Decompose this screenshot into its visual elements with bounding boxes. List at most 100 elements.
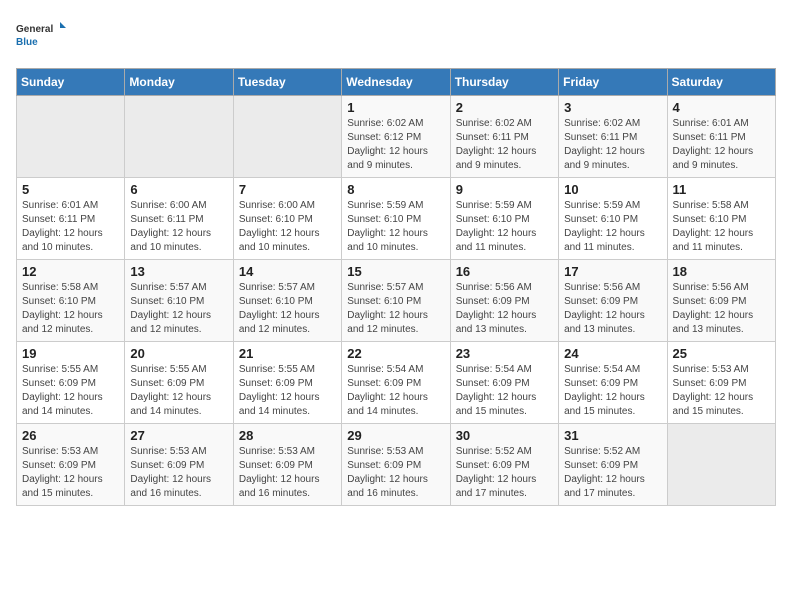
calendar-cell	[125, 96, 233, 178]
calendar-cell: 27 Sunrise: 5:53 AM Sunset: 6:09 PM Dayli…	[125, 424, 233, 506]
day-info: Sunrise: 6:00 AM Sunset: 6:10 PM Dayligh…	[239, 199, 336, 255]
day-number: 15	[347, 264, 444, 279]
day-info: Sunrise: 5:53 AM Sunset: 6:09 PM Dayligh…	[130, 445, 227, 501]
weekday-header-saturday: Saturday	[667, 69, 775, 96]
calendar-cell: 23Sunrise: 5:54 AM Sunset: 6:09 PM Dayli…	[450, 342, 558, 424]
day-info: Sunrise: 6:02 AM Sunset: 6:12 PM Dayligh…	[347, 117, 444, 173]
day-number: 26	[22, 428, 119, 443]
calendar-cell: 24 Sunrise: 5:54 AM Sunset: 6:09 PM Dayli…	[559, 342, 667, 424]
day-info: Sunrise: 5:53 AM Sunset: 6:09 PM Dayligh…	[239, 445, 336, 501]
calendar-cell	[233, 96, 341, 178]
weekday-header-thursday: Thursday	[450, 69, 558, 96]
week-row-4: 19 Sunrise: 5:55 AM Sunset: 6:09 PM Dayli…	[17, 342, 776, 424]
day-number: 25	[673, 346, 770, 361]
day-info: Sunrise: 6:00 AM Sunset: 6:11 PM Dayligh…	[130, 199, 227, 255]
day-number: 8	[347, 182, 444, 197]
day-number: 20	[130, 346, 227, 361]
calendar-cell: 11 Sunrise: 5:58 AM Sunset: 6:10 PM Dayli…	[667, 178, 775, 260]
day-info: Sunrise: 5:59 AM Sunset: 6:10 PM Dayligh…	[456, 199, 553, 255]
calendar-cell	[17, 96, 125, 178]
day-info: Sunrise: 5:55 AM Sunset: 6:09 PM Dayligh…	[239, 363, 336, 419]
calendar-cell: 31Sunrise: 5:52 AM Sunset: 6:09 PM Dayli…	[559, 424, 667, 506]
day-number: 22	[347, 346, 444, 361]
day-number: 28	[239, 428, 336, 443]
calendar-cell: 21 Sunrise: 5:55 AM Sunset: 6:09 PM Dayli…	[233, 342, 341, 424]
day-number: 5	[22, 182, 119, 197]
day-info: Sunrise: 5:57 AM Sunset: 6:10 PM Dayligh…	[347, 281, 444, 337]
calendar-cell: 20Sunrise: 5:55 AM Sunset: 6:09 PM Dayli…	[125, 342, 233, 424]
calendar-cell: 3 Sunrise: 6:02 AM Sunset: 6:11 PM Daylig…	[559, 96, 667, 178]
week-row-2: 5 Sunrise: 6:01 AM Sunset: 6:11 PM Daylig…	[17, 178, 776, 260]
day-number: 13	[130, 264, 227, 279]
day-number: 24	[564, 346, 661, 361]
day-info: Sunrise: 6:02 AM Sunset: 6:11 PM Dayligh…	[564, 117, 661, 173]
day-number: 1	[347, 100, 444, 115]
day-info: Sunrise: 6:02 AM Sunset: 6:11 PM Dayligh…	[456, 117, 553, 173]
calendar-cell: 1 Sunrise: 6:02 AM Sunset: 6:12 PM Daylig…	[342, 96, 450, 178]
day-info: Sunrise: 5:57 AM Sunset: 6:10 PM Dayligh…	[239, 281, 336, 337]
day-info: Sunrise: 5:58 AM Sunset: 6:10 PM Dayligh…	[22, 281, 119, 337]
calendar-cell: 18 Sunrise: 5:56 AM Sunset: 6:09 PM Dayli…	[667, 260, 775, 342]
calendar-cell: 25 Sunrise: 5:53 AM Sunset: 6:09 PM Dayli…	[667, 342, 775, 424]
day-number: 17	[564, 264, 661, 279]
week-row-1: 1 Sunrise: 6:02 AM Sunset: 6:12 PM Daylig…	[17, 96, 776, 178]
day-info: Sunrise: 5:56 AM Sunset: 6:09 PM Dayligh…	[456, 281, 553, 337]
calendar-table: SundayMondayTuesdayWednesdayThursdayFrid…	[16, 68, 776, 506]
day-info: Sunrise: 5:54 AM Sunset: 6:09 PM Dayligh…	[347, 363, 444, 419]
day-info: Sunrise: 5:52 AM Sunset: 6:09 PM Dayligh…	[456, 445, 553, 501]
calendar-cell: 6 Sunrise: 6:00 AM Sunset: 6:11 PM Daylig…	[125, 178, 233, 260]
calendar-cell: 8Sunrise: 5:59 AM Sunset: 6:10 PM Daylig…	[342, 178, 450, 260]
calendar-cell: 9 Sunrise: 5:59 AM Sunset: 6:10 PM Daylig…	[450, 178, 558, 260]
calendar-cell: 10 Sunrise: 5:59 AM Sunset: 6:10 PM Dayli…	[559, 178, 667, 260]
day-info: Sunrise: 5:57 AM Sunset: 6:10 PM Dayligh…	[130, 281, 227, 337]
day-info: Sunrise: 6:01 AM Sunset: 6:11 PM Dayligh…	[22, 199, 119, 255]
weekday-header-wednesday: Wednesday	[342, 69, 450, 96]
weekday-header-friday: Friday	[559, 69, 667, 96]
calendar-cell: 29 Sunrise: 5:53 AM Sunset: 6:09 PM Dayli…	[342, 424, 450, 506]
calendar-cell: 28 Sunrise: 5:53 AM Sunset: 6:09 PM Dayli…	[233, 424, 341, 506]
day-number: 11	[673, 182, 770, 197]
day-number: 21	[239, 346, 336, 361]
day-number: 30	[456, 428, 553, 443]
day-info: Sunrise: 5:53 AM Sunset: 6:09 PM Dayligh…	[22, 445, 119, 501]
day-number: 14	[239, 264, 336, 279]
calendar-cell: 15 Sunrise: 5:57 AM Sunset: 6:10 PM Dayli…	[342, 260, 450, 342]
header: General Blue	[16, 16, 776, 56]
day-number: 18	[673, 264, 770, 279]
calendar-cell: 14 Sunrise: 5:57 AM Sunset: 6:10 PM Dayli…	[233, 260, 341, 342]
weekday-header-sunday: Sunday	[17, 69, 125, 96]
day-number: 6	[130, 182, 227, 197]
calendar-cell: 19 Sunrise: 5:55 AM Sunset: 6:09 PM Dayli…	[17, 342, 125, 424]
day-number: 10	[564, 182, 661, 197]
day-info: Sunrise: 5:56 AM Sunset: 6:09 PM Dayligh…	[673, 281, 770, 337]
day-number: 4	[673, 100, 770, 115]
calendar-cell: 4 Sunrise: 6:01 AM Sunset: 6:11 PM Daylig…	[667, 96, 775, 178]
calendar-cell: 5 Sunrise: 6:01 AM Sunset: 6:11 PM Daylig…	[17, 178, 125, 260]
day-info: Sunrise: 6:01 AM Sunset: 6:11 PM Dayligh…	[673, 117, 770, 173]
day-info: Sunrise: 5:58 AM Sunset: 6:10 PM Dayligh…	[673, 199, 770, 255]
day-number: 29	[347, 428, 444, 443]
calendar-cell: 26 Sunrise: 5:53 AM Sunset: 6:09 PM Dayli…	[17, 424, 125, 506]
day-number: 16	[456, 264, 553, 279]
week-row-3: 12 Sunrise: 5:58 AM Sunset: 6:10 PM Dayli…	[17, 260, 776, 342]
day-info: Sunrise: 5:53 AM Sunset: 6:09 PM Dayligh…	[673, 363, 770, 419]
day-number: 27	[130, 428, 227, 443]
day-number: 12	[22, 264, 119, 279]
calendar-cell: 12 Sunrise: 5:58 AM Sunset: 6:10 PM Dayli…	[17, 260, 125, 342]
day-number: 19	[22, 346, 119, 361]
day-number: 3	[564, 100, 661, 115]
svg-text:General: General	[16, 24, 53, 35]
calendar-cell: 13 Sunrise: 5:57 AM Sunset: 6:10 PM Dayli…	[125, 260, 233, 342]
day-info: Sunrise: 5:59 AM Sunset: 6:10 PM Dayligh…	[564, 199, 661, 255]
calendar-cell	[667, 424, 775, 506]
day-info: Sunrise: 5:54 AM Sunset: 6:09 PM Dayligh…	[564, 363, 661, 419]
logo: General Blue	[16, 16, 66, 56]
calendar-cell: 17Sunrise: 5:56 AM Sunset: 6:09 PM Dayli…	[559, 260, 667, 342]
day-number: 31	[564, 428, 661, 443]
calendar-cell: 22 Sunrise: 5:54 AM Sunset: 6:09 PM Dayli…	[342, 342, 450, 424]
day-info: Sunrise: 5:55 AM Sunset: 6:09 PM Dayligh…	[22, 363, 119, 419]
svg-text:Blue: Blue	[16, 37, 38, 48]
day-info: Sunrise: 5:54 AM Sunset: 6:09 PM Dayligh…	[456, 363, 553, 419]
day-number: 9	[456, 182, 553, 197]
day-info: Sunrise: 5:53 AM Sunset: 6:09 PM Dayligh…	[347, 445, 444, 501]
